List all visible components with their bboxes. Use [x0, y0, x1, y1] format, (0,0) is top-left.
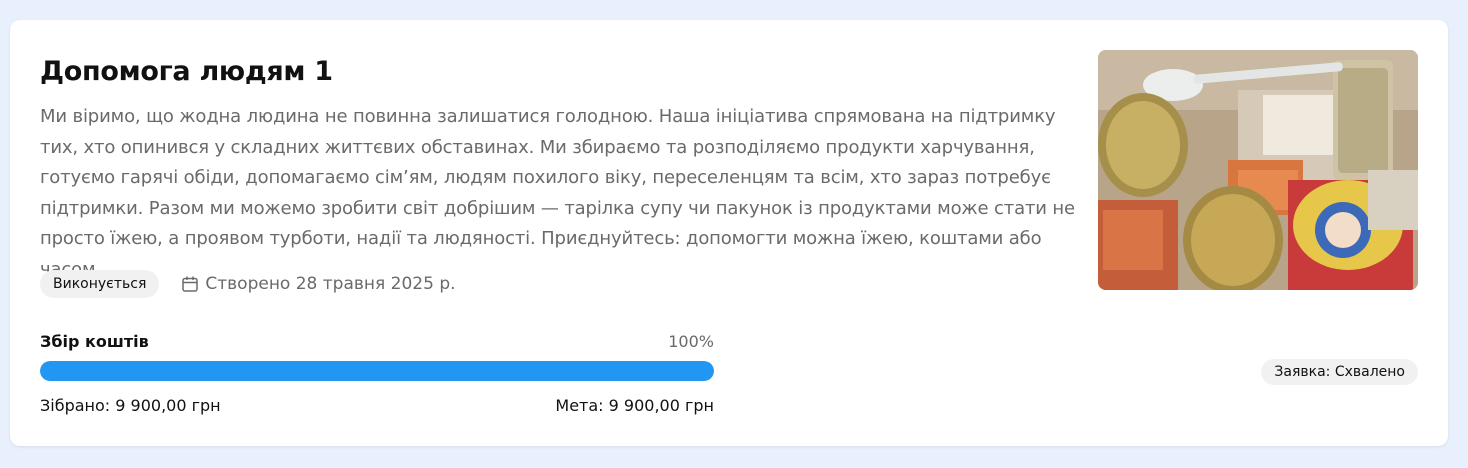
fundraising-header: Збір коштів 100%: [40, 330, 714, 352]
fundraising-progress-bar: [40, 361, 714, 381]
food-package-image: [1098, 50, 1418, 290]
meta-row: Виконується Створено 28 травня 2025 р.: [40, 270, 456, 298]
created-date-text: Створено 28 травня 2025 р.: [205, 274, 456, 294]
goal-amount: Мета: 9 900,00 грн: [555, 396, 714, 415]
status-badge: Виконується: [40, 270, 160, 298]
request-status-badge: Заявка: Схвалено: [1261, 359, 1418, 385]
fundraising-title: Збір коштів: [40, 331, 149, 351]
food-package-photo: [1098, 50, 1418, 290]
fundraising-percent: 100%: [668, 331, 714, 351]
initiative-title: Допомога людям 1: [40, 56, 333, 87]
initiative-description: Ми віримо, що жодна людина не повинна за…: [40, 106, 1075, 280]
created-date: Створено 28 травня 2025 р.: [181, 274, 456, 294]
fundraising-section: Збір коштів 100% Зібрано: 9 900,00 грн М…: [40, 330, 714, 415]
calendar-icon: [182, 276, 199, 292]
initiative-card: Допомога людям 1 Ми віримо, що жодна люд…: [10, 20, 1448, 446]
fundraising-progress-fill: [40, 361, 714, 381]
collected-amount: Зібрано: 9 900,00 грн: [40, 396, 221, 415]
fundraising-footer: Зібрано: 9 900,00 грн Мета: 9 900,00 грн: [40, 396, 714, 415]
